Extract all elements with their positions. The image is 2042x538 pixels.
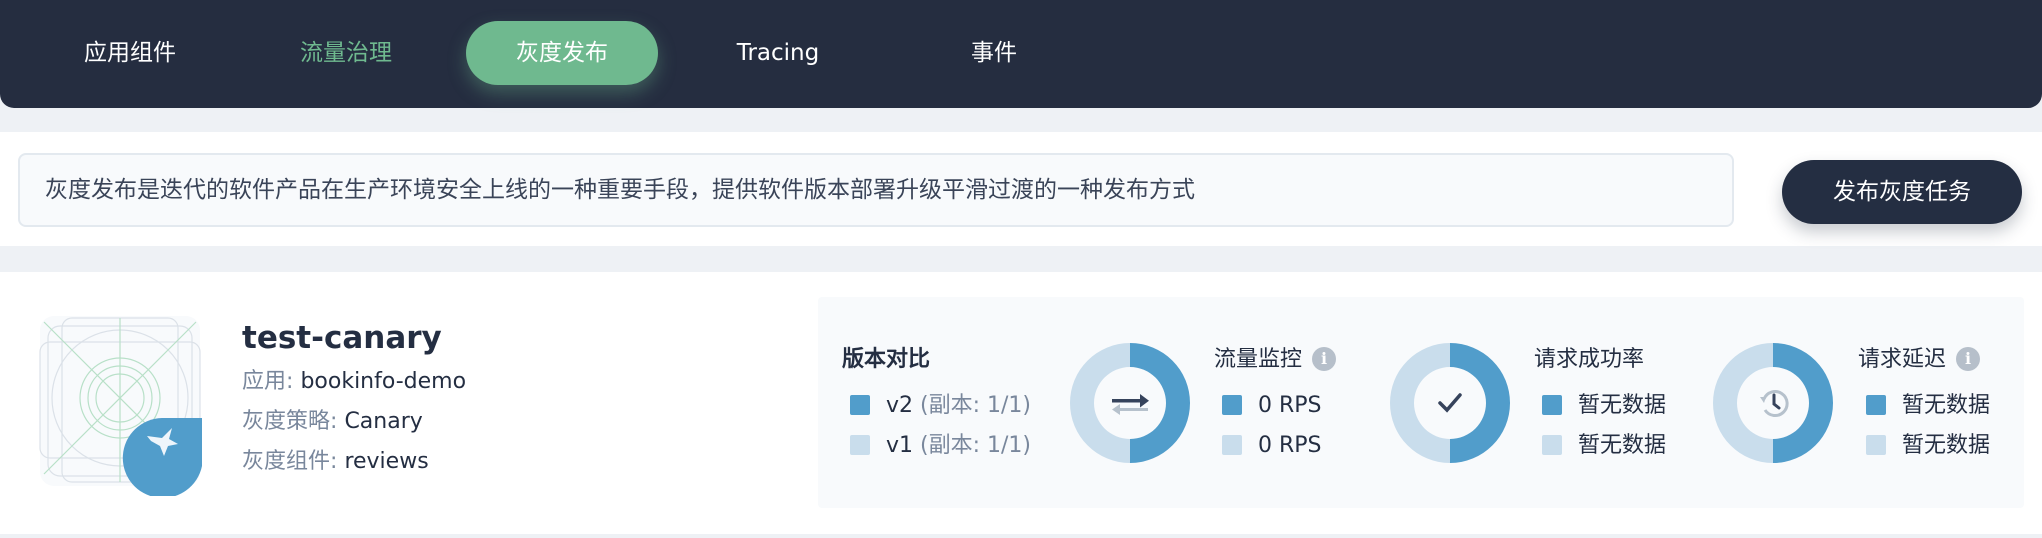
swatch-light-blue (850, 435, 870, 455)
info-icon[interactable]: i (1312, 347, 1337, 371)
field-value: reviews (344, 449, 429, 474)
swatch-blue (850, 395, 870, 415)
donut-segment-v1 (1069, 343, 1130, 463)
swatch-blue (1542, 395, 1562, 415)
version-donut (1069, 343, 1191, 463)
top-nav: 应用组件 流量治理 灰度发布 Tracing 事件 (0, 0, 2042, 108)
swatch-blue (1222, 395, 1242, 415)
version-compare-title: 版本对比 (842, 347, 931, 372)
check-icon (1438, 393, 1462, 413)
latency-v1: 暂无数据 (1866, 431, 1990, 461)
success-v2: 暂无数据 (1542, 391, 1666, 421)
donut-segment-v2 (1773, 343, 1834, 463)
clock-history-icon (1760, 390, 1789, 418)
intro-card: 灰度发布是迭代的软件产品在生产环境安全上线的一种重要手段，提供软件版本部署升级平… (0, 132, 2042, 246)
success-v1: 暂无数据 (1542, 431, 1666, 461)
description-text: 灰度发布是迭代的软件产品在生产环境安全上线的一种重要手段，提供软件版本部署升级平… (45, 177, 1195, 203)
success-rate-title: 请求成功率 (1534, 347, 1645, 372)
swatch-light-blue (1222, 435, 1242, 455)
field-app: 应用: bookinfo-demo (242, 369, 467, 394)
job-name[interactable]: test-canary (242, 314, 466, 362)
donut-segment-v1 (1712, 343, 1773, 463)
traffic-v2: 0 RPS (1222, 391, 1322, 421)
field-value: Canary (344, 409, 423, 434)
traffic-v1: 0 RPS (1222, 431, 1322, 461)
publish-canary-button[interactable]: 发布灰度任务 (1782, 160, 2022, 224)
latency-v2: 暂无数据 (1866, 391, 1990, 421)
field-label: 应用 (242, 369, 287, 394)
tab-canary-release[interactable]: 灰度发布 (466, 21, 658, 85)
field-component: 灰度组件: reviews (242, 449, 429, 474)
legend-v2: v2 (副本: 1/1) (850, 391, 1031, 421)
swap-arrows-icon (1112, 394, 1149, 415)
success-donut (1712, 343, 1834, 463)
tab-tracing[interactable]: Tracing (698, 21, 858, 85)
tab-events[interactable]: 事件 (914, 21, 1074, 85)
bird-icon (122, 366, 202, 456)
field-value: bookinfo-demo (300, 369, 467, 394)
legend-v1: v1 (副本: 1/1) (850, 431, 1031, 461)
stats-panel: 版本对比 v2 (副本: 1/1) v1 (副本: 1/1) 流量监控 i 0 R… (818, 297, 2024, 508)
swatch-light-blue (1542, 435, 1562, 455)
traffic-donut (1389, 343, 1511, 463)
swatch-light-blue (1866, 435, 1886, 455)
canary-job-card[interactable]: test-canary 应用: bookinfo-demo 灰度策略: Cana… (0, 272, 2042, 534)
field-label: 灰度组件 (242, 449, 331, 474)
donut-segment-v2 (1450, 343, 1511, 463)
app-placeholder-icon (38, 316, 202, 498)
info-icon[interactable]: i (1956, 347, 1981, 371)
description-box: 灰度发布是迭代的软件产品在生产环境安全上线的一种重要手段，提供软件版本部署升级平… (18, 153, 1734, 227)
swatch-blue (1866, 395, 1886, 415)
tab-traffic-governance[interactable]: 流量治理 (266, 21, 426, 85)
tab-app-components[interactable]: 应用组件 (50, 21, 210, 85)
field-label: 灰度策略 (242, 409, 331, 434)
field-strategy: 灰度策略: Canary (242, 409, 423, 434)
latency-title: 请求延迟 i (1858, 341, 1981, 373)
donut-segment-v2 (1130, 343, 1191, 463)
traffic-monitor-title: 流量监控 i (1214, 341, 1337, 373)
job-info: test-canary 应用: bookinfo-demo 灰度策略: Cana… (242, 314, 466, 482)
